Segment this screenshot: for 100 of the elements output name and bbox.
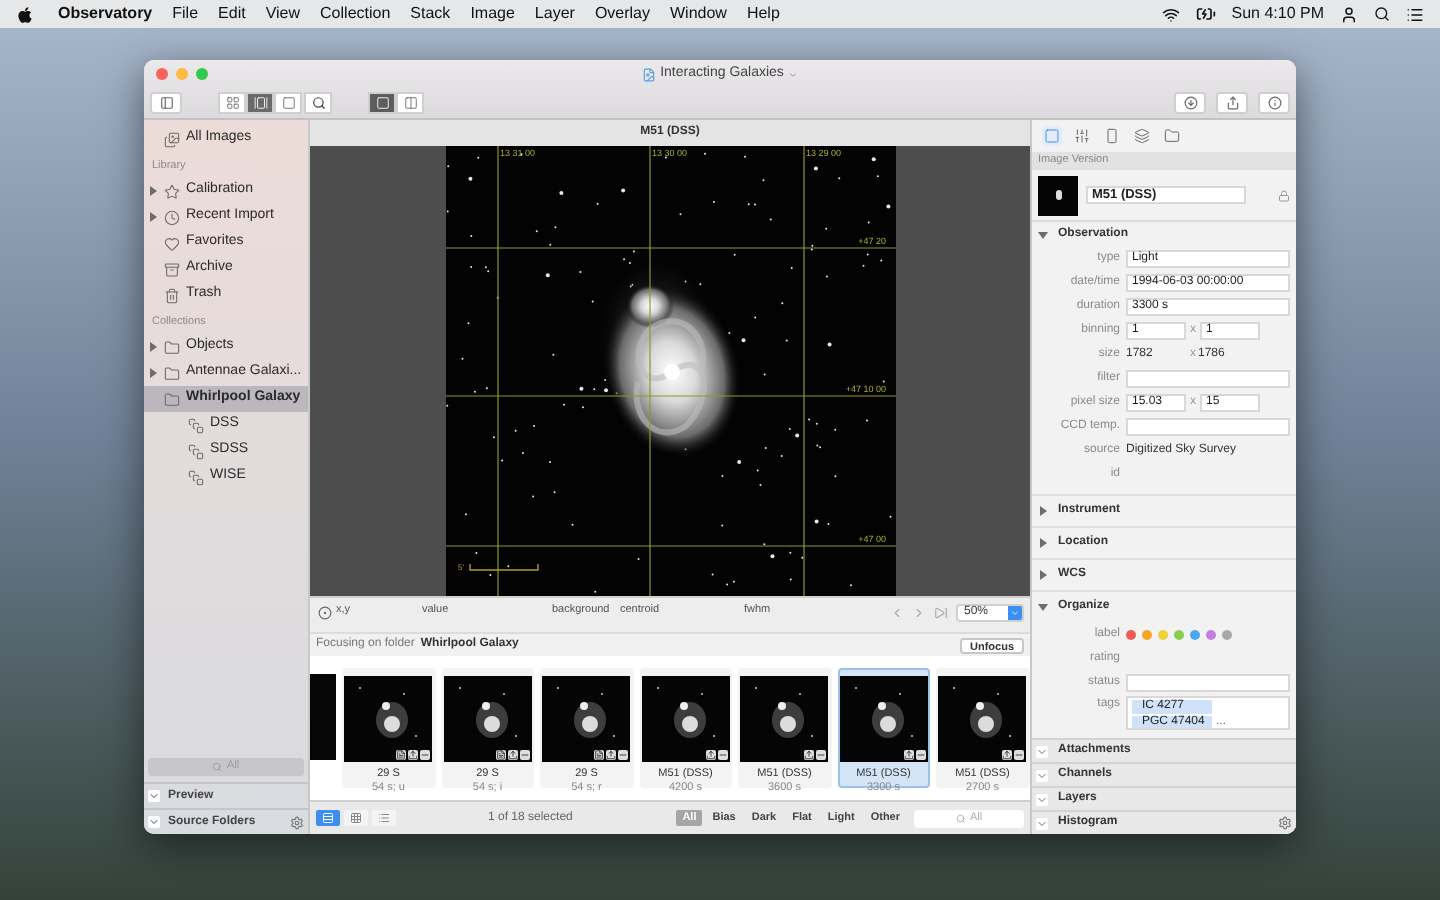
- settings-icon[interactable]: [290, 815, 304, 829]
- upload-icon[interactable]: [804, 750, 815, 760]
- text-field[interactable]: [1126, 673, 1290, 691]
- menu-item[interactable]: Help: [746, 2, 780, 26]
- menu-item[interactable]: Overlay: [594, 2, 650, 26]
- minus-icon[interactable]: [1014, 750, 1025, 760]
- wifi-icon[interactable]: [1161, 5, 1180, 23]
- disclosure-icon[interactable]: [148, 368, 158, 378]
- heart-icon: [164, 235, 180, 251]
- grid-view-icon: [350, 812, 362, 824]
- inspector-tab[interactable]: [1072, 126, 1092, 146]
- list-icon[interactable]: [1406, 5, 1424, 23]
- trash-icon: [164, 287, 180, 303]
- minus-icon[interactable]: [618, 750, 629, 760]
- menu-item[interactable]: Collection: [320, 2, 391, 26]
- toolbar-button[interactable]: [368, 91, 396, 113]
- inspector-tab[interactable]: [1132, 126, 1152, 146]
- galaxy-thumbnail: [344, 676, 433, 762]
- disclosure-icon[interactable]: [1038, 538, 1048, 548]
- view-mode-button[interactable]: [344, 810, 368, 826]
- close-button[interactable]: [156, 68, 168, 80]
- document-icon: [642, 67, 657, 81]
- info-icon: [1267, 95, 1281, 109]
- settings-icon[interactable]: [1278, 816, 1292, 830]
- target-icon[interactable]: [318, 606, 332, 620]
- document-icon[interactable]: [495, 750, 506, 760]
- clock-icon: [164, 209, 180, 225]
- share-button[interactable]: [1216, 91, 1248, 113]
- menu-item[interactable]: Image: [470, 2, 515, 26]
- share-icon: [1225, 95, 1239, 109]
- document-icon[interactable]: [594, 750, 605, 760]
- sidebar-toggle-button[interactable]: [150, 91, 182, 113]
- disclosure-icon[interactable]: [148, 212, 158, 222]
- minus-icon[interactable]: [717, 750, 728, 760]
- square-icon: [375, 95, 389, 109]
- upload-icon[interactable]: [408, 750, 419, 760]
- toolbar-button[interactable]: [218, 91, 246, 113]
- galaxy-thumbnail: [443, 676, 532, 762]
- menu-item[interactable]: View: [265, 2, 301, 26]
- folder-icon: [164, 365, 180, 381]
- view-mode-button[interactable]: [372, 810, 396, 826]
- menu-item[interactable]: Window: [670, 2, 727, 26]
- disclosure-icon[interactable]: [1038, 602, 1048, 612]
- search-button[interactable]: [304, 91, 332, 113]
- upload-icon[interactable]: [705, 750, 716, 760]
- upload-icon[interactable]: [507, 750, 518, 760]
- upload-icon[interactable]: [1002, 750, 1013, 760]
- document-icon[interactable]: [396, 750, 407, 760]
- lock-icon[interactable]: [1278, 189, 1290, 201]
- upload-icon[interactable]: [903, 750, 914, 760]
- minus-icon[interactable]: [420, 750, 431, 760]
- search-icon: [212, 762, 223, 772]
- user-icon[interactable]: [1340, 5, 1358, 23]
- collapse-toggle-icon[interactable]: [1036, 817, 1048, 829]
- menu-item[interactable]: File: [172, 2, 199, 26]
- disclosure-icon[interactable]: [148, 342, 158, 352]
- disclosure-icon[interactable]: [1038, 229, 1048, 239]
- search-icon[interactable]: [1374, 6, 1390, 22]
- upload-icon[interactable]: [606, 750, 617, 760]
- collapse-toggle-icon[interactable]: [148, 816, 160, 828]
- info-button[interactable]: [1258, 91, 1290, 113]
- layers-icon: [1134, 128, 1150, 144]
- stack-icon: [188, 469, 204, 485]
- menu-clock[interactable]: Sun 4:10 PM: [1231, 2, 1324, 26]
- disclosure-icon[interactable]: [1038, 570, 1048, 580]
- menu-item[interactable]: Observatory: [58, 2, 153, 26]
- minus-icon[interactable]: [816, 750, 827, 760]
- collapse-toggle-icon[interactable]: [1036, 745, 1048, 757]
- text-field[interactable]: [1126, 369, 1290, 387]
- text-field[interactable]: [1126, 417, 1290, 435]
- minus-icon[interactable]: [519, 750, 530, 760]
- inspector-tab[interactable]: [1102, 126, 1122, 146]
- version-thumbnail: [1038, 175, 1078, 215]
- collapse-toggle-icon[interactable]: [148, 790, 160, 802]
- toolbar-button[interactable]: [396, 91, 424, 113]
- disclosure-icon[interactable]: [1038, 506, 1048, 516]
- toolbar-button[interactable]: [274, 91, 302, 113]
- menu-item[interactable]: Layer: [534, 2, 575, 26]
- apple-logo-icon[interactable]: [16, 5, 34, 23]
- archive-icon: [164, 261, 180, 277]
- view-mode-button[interactable]: [316, 810, 340, 826]
- disclosure-icon[interactable]: [148, 186, 158, 196]
- toolbar-button[interactable]: [1174, 91, 1206, 113]
- square-icon: [281, 95, 295, 109]
- inspector-tab[interactable]: [1162, 126, 1182, 146]
- menu-item[interactable]: Edit: [218, 2, 246, 26]
- battery-icon[interactable]: [1195, 4, 1216, 24]
- collapse-toggle-icon[interactable]: [1036, 793, 1048, 805]
- stack-icon: [188, 417, 204, 433]
- toolbar-button[interactable]: [246, 91, 274, 113]
- galaxy-thumbnail: [938, 676, 1027, 762]
- scale-bar: [468, 563, 538, 571]
- galaxy-thumbnail: [839, 676, 928, 762]
- folder-icon: [164, 339, 180, 355]
- collapse-toggle-icon[interactable]: [1036, 769, 1048, 781]
- minus-icon[interactable]: [915, 750, 926, 760]
- menu-item[interactable]: Stack: [410, 2, 451, 26]
- filmstrip-icon: [253, 95, 267, 109]
- images-icon: [164, 131, 180, 147]
- play-icon[interactable]: [934, 606, 948, 620]
